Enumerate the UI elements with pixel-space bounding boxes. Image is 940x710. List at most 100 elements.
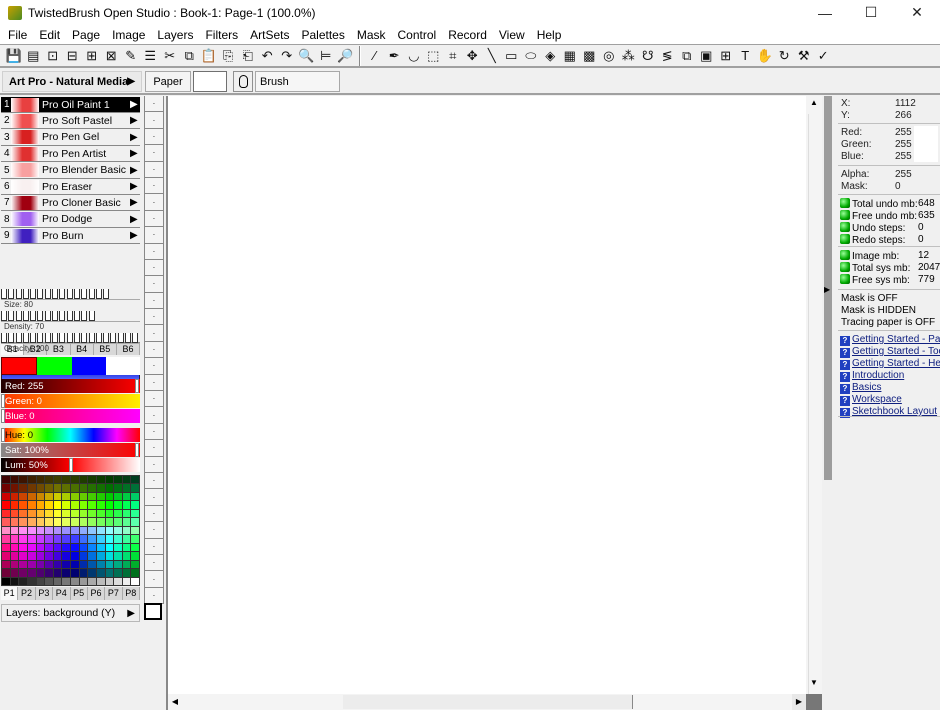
- palette-cell[interactable]: [122, 484, 131, 492]
- palette-cell[interactable]: [114, 560, 122, 569]
- palette-cell[interactable]: [45, 492, 53, 501]
- horizontal-scrollbar[interactable]: ◀ ▶: [168, 694, 806, 710]
- palette-cell[interactable]: [53, 484, 62, 492]
- brush-modifier-button[interactable]: ·: [144, 276, 164, 293]
- palette-cell[interactable]: [131, 526, 139, 535]
- palette-cell[interactable]: [88, 577, 96, 585]
- brush-field[interactable]: Brush: [255, 71, 340, 92]
- palette-cell[interactable]: [79, 560, 88, 569]
- palette-cell[interactable]: [10, 501, 19, 509]
- palette-cell[interactable]: [27, 492, 36, 501]
- blue-bar[interactable]: Blue: 0: [1, 409, 140, 423]
- undo-icon[interactable]: ↶: [258, 47, 278, 65]
- brush-modifier-button[interactable]: ·: [144, 358, 164, 375]
- palette-cell[interactable]: [2, 484, 10, 492]
- palette-cell[interactable]: [79, 526, 88, 535]
- page-prev-icon[interactable]: ⊟: [63, 47, 83, 65]
- palette-cell[interactable]: [27, 569, 36, 577]
- palette-cell[interactable]: [53, 526, 62, 535]
- palette-cell[interactable]: [19, 501, 27, 509]
- palette-cell[interactable]: [62, 577, 70, 585]
- close-button[interactable]: ✕: [894, 0, 940, 25]
- chevron-right-icon[interactable]: ▶: [130, 132, 140, 143]
- palette-cell[interactable]: [36, 518, 45, 526]
- menu-filters[interactable]: Filters: [199, 28, 244, 42]
- brush-modifier-button[interactable]: ·: [144, 227, 164, 244]
- palette-cell[interactable]: [53, 560, 62, 569]
- palette-cell[interactable]: [96, 543, 105, 552]
- sat-bar[interactable]: Sat: 100%: [1, 443, 140, 457]
- palette-cell[interactable]: [131, 518, 139, 526]
- color-swatch[interactable]: [1, 357, 38, 375]
- palette-tab-p8[interactable]: P8: [122, 587, 140, 600]
- palette-cell[interactable]: [114, 492, 122, 501]
- palette-cell[interactable]: [2, 543, 10, 552]
- palette-cell[interactable]: [122, 518, 131, 526]
- brush-modifier-button[interactable]: ·: [144, 374, 164, 392]
- palette-cell[interactable]: [71, 476, 79, 484]
- palette-cell[interactable]: [36, 560, 45, 569]
- palette-tab-p2[interactable]: P2: [18, 587, 36, 600]
- brush-modifier-button[interactable]: ·: [144, 243, 164, 260]
- palette-cell[interactable]: [45, 476, 53, 484]
- brush-modifier-button[interactable]: ·: [144, 456, 164, 473]
- palette-cell[interactable]: [71, 526, 79, 535]
- palette-cell[interactable]: [122, 476, 131, 484]
- palette-cell[interactable]: [19, 492, 27, 501]
- help-link[interactable]: ?Getting Started - Tools: [840, 346, 940, 358]
- brush-modifier-button[interactable]: ·: [144, 391, 164, 408]
- text-icon[interactable]: T: [736, 47, 756, 65]
- palette-cell[interactable]: [10, 543, 19, 552]
- palette-cell[interactable]: [10, 518, 19, 526]
- palette-cell[interactable]: [62, 476, 70, 484]
- palette-cell[interactable]: [88, 560, 96, 569]
- palette-tab-p7[interactable]: P7: [105, 587, 123, 600]
- palette-cell[interactable]: [45, 535, 53, 543]
- palette-cell[interactable]: [36, 476, 45, 484]
- menu-file[interactable]: File: [2, 28, 33, 42]
- brush-modifier-button[interactable]: ·: [144, 341, 164, 359]
- chevron-right-icon[interactable]: ▶: [130, 99, 140, 110]
- page-next-icon[interactable]: ⊞: [82, 47, 102, 65]
- chevron-right-icon[interactable]: ▶: [130, 115, 140, 126]
- palette-cell[interactable]: [2, 476, 10, 484]
- line-icon[interactable]: ╲: [482, 47, 502, 65]
- palette-cell[interactable]: [45, 509, 53, 518]
- palette-cell[interactable]: [71, 509, 79, 518]
- magic-brush-icon[interactable]: ✓: [814, 47, 834, 65]
- red-bar[interactable]: Red: 255: [1, 379, 140, 393]
- palette-cell[interactable]: [105, 543, 114, 552]
- palette-cell[interactable]: [27, 509, 36, 518]
- pattern-icon[interactable]: ▩: [580, 47, 600, 65]
- palette-cell[interactable]: [19, 543, 27, 552]
- palette-cell[interactable]: [53, 476, 62, 484]
- palette-cell[interactable]: [53, 569, 62, 577]
- palette-cell[interactable]: [45, 484, 53, 492]
- palette-cell[interactable]: [10, 484, 19, 492]
- palette-cell[interactable]: [79, 577, 88, 585]
- hue-knob[interactable]: [1, 428, 5, 442]
- copy-layer-icon[interactable]: ⎘: [219, 47, 239, 65]
- palette-cell[interactable]: [122, 569, 131, 577]
- palette-cell[interactable]: [10, 552, 19, 560]
- help-link[interactable]: ?Getting Started - Painting: [840, 334, 940, 346]
- brush-modifier-button[interactable]: ·: [144, 407, 164, 424]
- vertical-scrollbar[interactable]: ▲ ▼: [806, 96, 822, 706]
- brush-modifier-button[interactable]: ·: [144, 571, 164, 588]
- palette-cell[interactable]: [53, 535, 62, 543]
- palette-cell[interactable]: [131, 476, 139, 484]
- palette-cell[interactable]: [105, 509, 114, 518]
- paste-icon[interactable]: 📋: [199, 47, 219, 65]
- palette-cell[interactable]: [88, 535, 96, 543]
- hand-icon[interactable]: ✋: [755, 47, 775, 65]
- chevron-right-icon[interactable]: ▶: [130, 165, 140, 176]
- palette-cell[interactable]: [36, 569, 45, 577]
- palette-cell[interactable]: [79, 535, 88, 543]
- brush-item[interactable]: 2 Pro Soft Pastel ▶: [1, 113, 140, 130]
- palette-cell[interactable]: [122, 501, 131, 509]
- brush-modifier-button[interactable]: ·: [144, 292, 164, 310]
- palette-cell[interactable]: [79, 509, 88, 518]
- menu-mask[interactable]: Mask: [351, 28, 392, 42]
- palette-cell[interactable]: [53, 509, 62, 518]
- mouse-button-selector[interactable]: [233, 71, 253, 92]
